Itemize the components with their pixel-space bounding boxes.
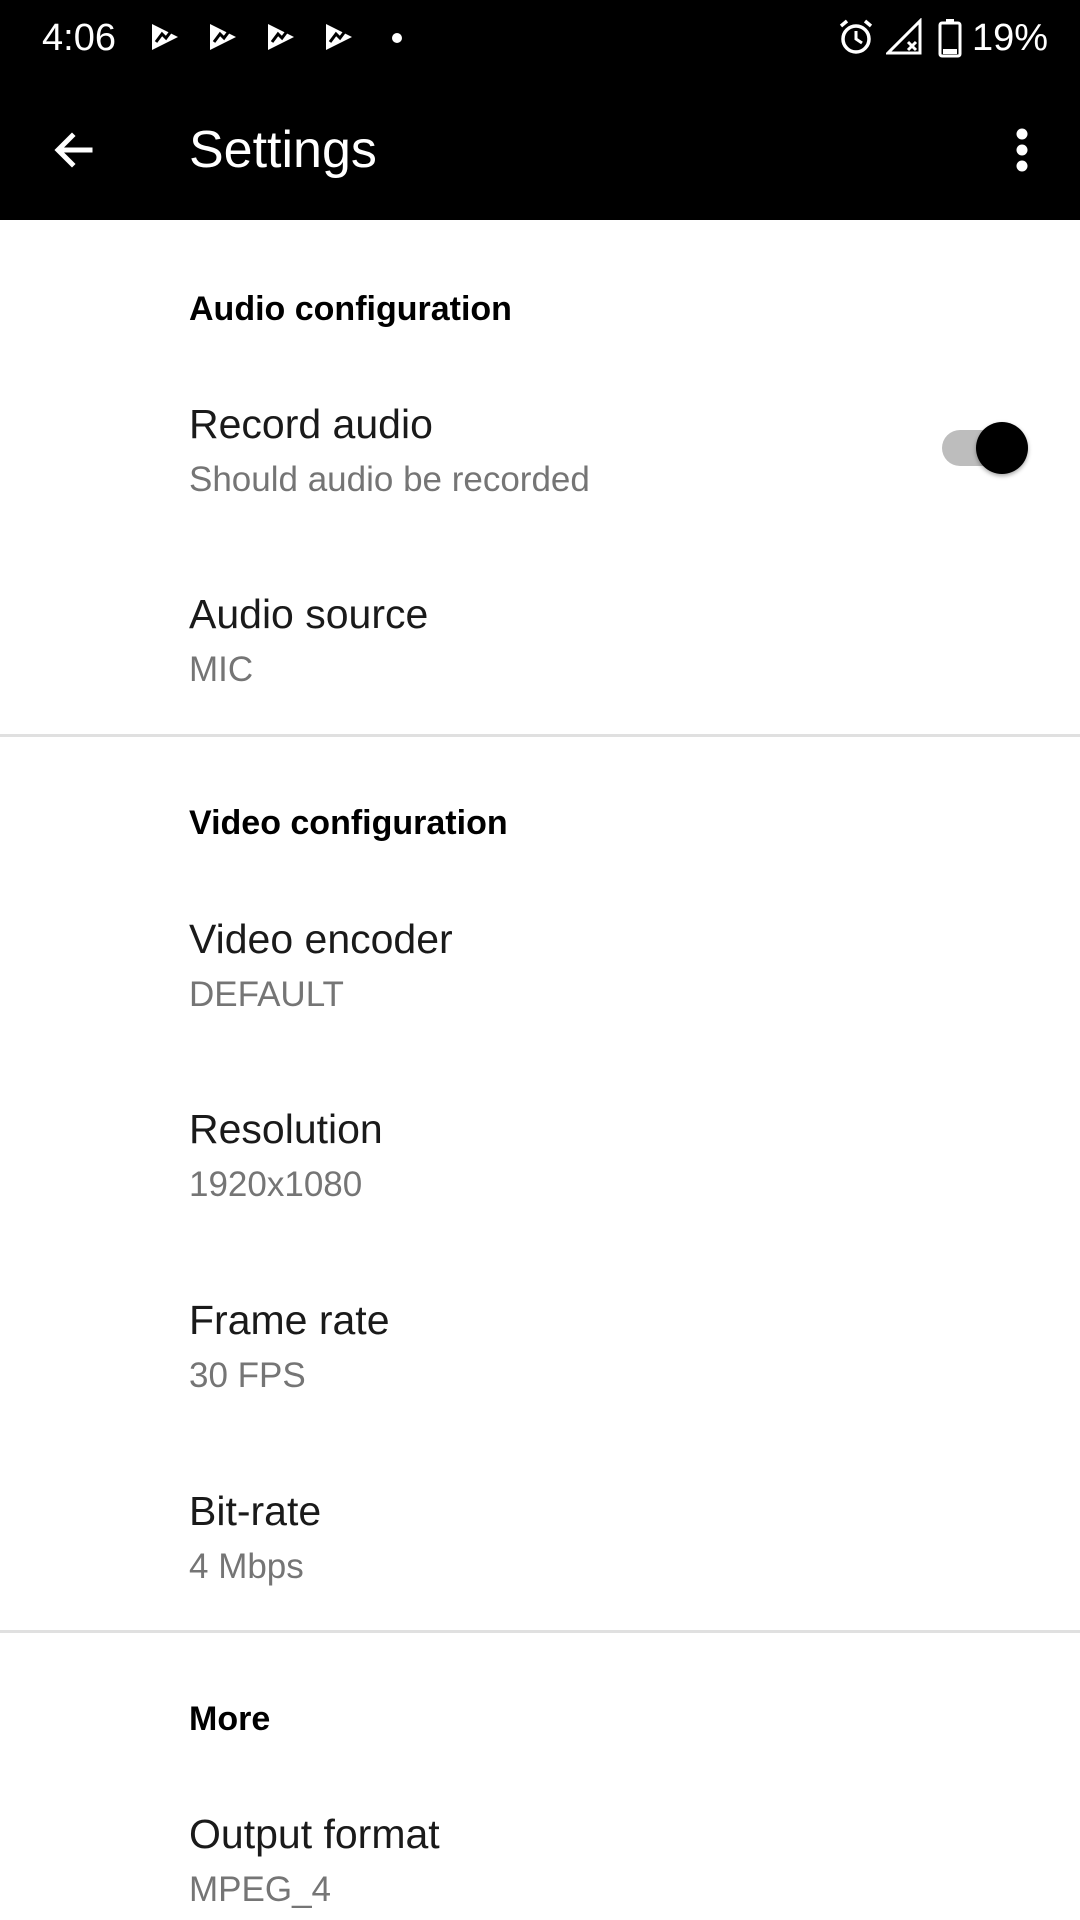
video-encoder-preference[interactable]: Video encoder DEFAULT (0, 895, 1080, 1051)
video-encoder-summary: DEFAULT (189, 975, 344, 1014)
record-audio-switch-thumb (976, 422, 1028, 474)
video-encoder-title: Video encoder (189, 916, 453, 962)
frame-rate-summary: 30 FPS (189, 1356, 306, 1395)
frame-rate-preference[interactable]: Frame rate 30 FPS (0, 1276, 1080, 1432)
notification-icon (210, 24, 236, 50)
output-format-preference[interactable]: Output format MPEG_4 (0, 1790, 1080, 1920)
more-options-button[interactable] (982, 110, 1062, 190)
resolution-title: Resolution (189, 1106, 383, 1152)
arrow-back-icon (54, 132, 93, 168)
section-header-video: Video configuration (189, 804, 508, 842)
app-bar: Settings (0, 76, 1080, 220)
record-audio-title: Record audio (189, 401, 433, 447)
status-time: 4:06 (42, 17, 116, 59)
bit-rate-title: Bit-rate (189, 1488, 322, 1534)
section-divider (0, 1630, 1080, 1633)
page-title: Settings (189, 121, 377, 179)
record-audio-summary: Should audio be recorded (189, 460, 590, 499)
record-audio-preference[interactable]: Record audio Should audio be recorded (0, 380, 1080, 536)
notification-icon (268, 24, 294, 50)
frame-rate-title: Frame rate (189, 1297, 390, 1343)
battery-percent: 19% (972, 17, 1049, 59)
section-header-more: More (189, 1700, 271, 1738)
audio-source-title: Audio source (189, 591, 429, 637)
more-vert-icon (1016, 128, 1028, 172)
output-format-title: Output format (189, 1811, 440, 1857)
notification-icon (152, 24, 178, 50)
resolution-preference[interactable]: Resolution 1920x1080 (0, 1085, 1080, 1241)
section-header-audio: Audio configuration (189, 290, 512, 328)
notification-icon (326, 24, 352, 50)
status-bar: 4:06 19% (0, 0, 1080, 76)
back-button[interactable] (34, 110, 114, 190)
audio-source-preference[interactable]: Audio source MIC (0, 570, 1080, 726)
bit-rate-summary: 4 Mbps (189, 1547, 304, 1586)
alarm-icon (839, 19, 873, 54)
audio-source-summary: MIC (189, 650, 254, 689)
section-divider (0, 734, 1080, 737)
resolution-summary: 1920x1080 (189, 1165, 363, 1204)
bit-rate-preference[interactable]: Bit-rate 4 Mbps (0, 1467, 1080, 1623)
signal-icon (886, 18, 922, 55)
more-notifications-dot-icon (392, 33, 402, 43)
battery-icon (938, 19, 962, 58)
output-format-summary: MPEG_4 (189, 1870, 331, 1909)
